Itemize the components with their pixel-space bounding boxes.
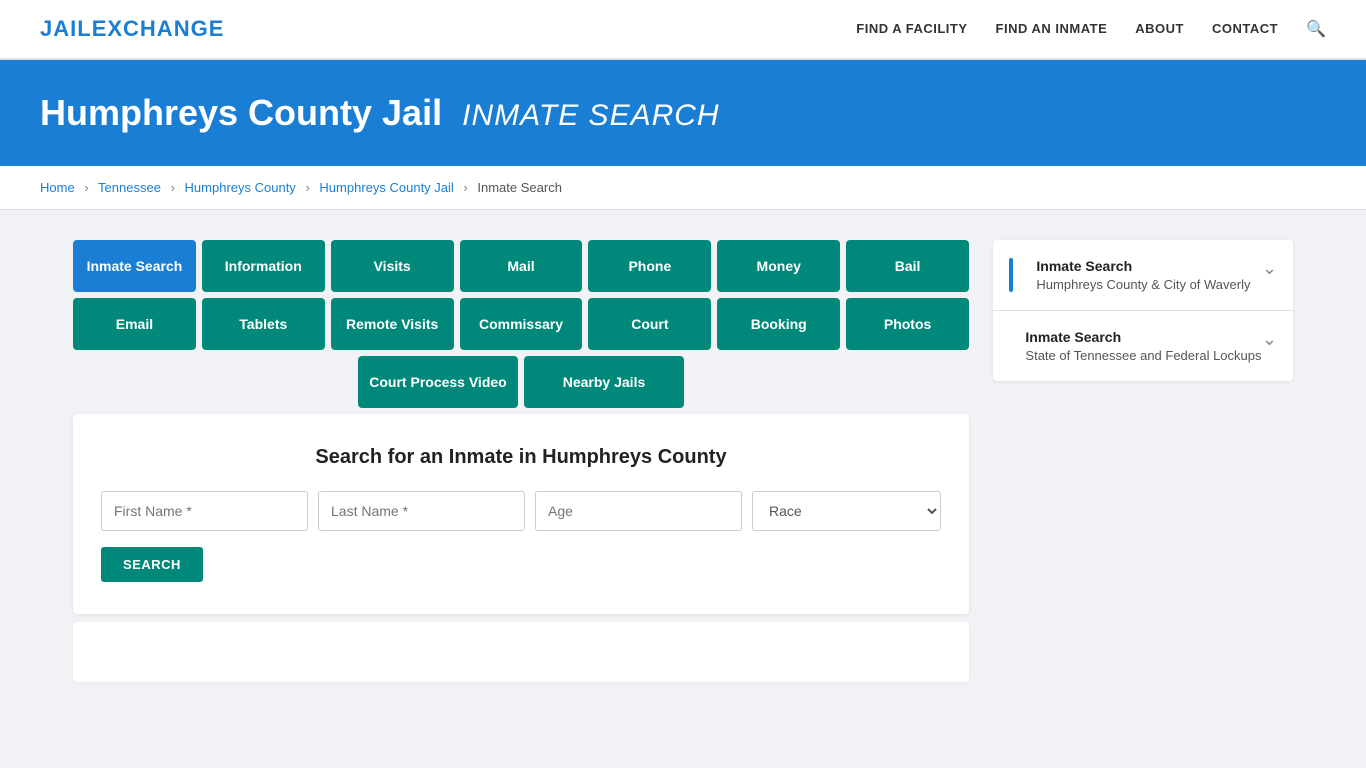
chevron-down-icon-1: ⌄ <box>1262 258 1277 292</box>
breadcrumb-sep-3: › <box>305 180 309 195</box>
sidebar-title-2: Inmate Search <box>1025 329 1261 345</box>
search-button[interactable]: SEARCH <box>101 547 203 582</box>
btn-court-process-video[interactable]: Court Process Video <box>358 356 518 408</box>
nav-item-about[interactable]: ABOUT <box>1135 20 1184 38</box>
sidebar-accent-1 <box>1009 258 1013 292</box>
btn-mail[interactable]: Mail <box>460 240 583 292</box>
breadcrumb-home[interactable]: Home <box>40 180 75 195</box>
search-card: Search for an Inmate in Humphreys County… <box>73 414 969 614</box>
nav-item-find-inmate[interactable]: FIND AN INMATE <box>996 20 1108 38</box>
breadcrumb-tennessee[interactable]: Tennessee <box>98 180 161 195</box>
sidebar-title-1: Inmate Search <box>1036 258 1250 274</box>
btn-inmate-search[interactable]: Inmate Search <box>73 240 196 292</box>
breadcrumb-sep-2: › <box>171 180 175 195</box>
hero-banner: Humphreys County Jail INMATE SEARCH <box>0 60 1366 166</box>
breadcrumb: Home › Tennessee › Humphreys County › Hu… <box>0 166 1366 210</box>
sidebar-item-humphreys[interactable]: Inmate Search Humphreys County & City of… <box>993 240 1293 311</box>
btn-court[interactable]: Court <box>588 298 711 350</box>
btn-remote-visits[interactable]: Remote Visits <box>331 298 454 350</box>
last-name-input[interactable] <box>318 491 525 531</box>
race-select[interactable]: Race White Black Hispanic Asian Other <box>752 491 941 531</box>
btn-email[interactable]: Email <box>73 298 196 350</box>
nav-link-find-facility[interactable]: FIND A FACILITY <box>856 21 967 36</box>
search-icon[interactable]: 🔍 <box>1306 21 1326 38</box>
first-name-input[interactable] <box>101 491 308 531</box>
breadcrumb-current: Inmate Search <box>477 180 562 195</box>
btn-bail[interactable]: Bail <box>846 240 969 292</box>
btn-money[interactable]: Money <box>717 240 840 292</box>
sidebar-accent-2 <box>1009 329 1013 363</box>
age-input[interactable] <box>535 491 742 531</box>
right-sidebar: Inmate Search Humphreys County & City of… <box>993 240 1293 682</box>
nav-link-find-inmate[interactable]: FIND AN INMATE <box>996 21 1108 36</box>
search-title: Search for an Inmate in Humphreys County <box>101 446 941 469</box>
sidebar-subtitle-2: State of Tennessee and Federal Lockups <box>1025 348 1261 363</box>
breadcrumb-jail[interactable]: Humphreys County Jail <box>319 180 453 195</box>
btn-photos[interactable]: Photos <box>846 298 969 350</box>
btn-phone[interactable]: Phone <box>588 240 711 292</box>
tab-row-2: Email Tablets Remote Visits Commissary C… <box>73 298 969 350</box>
main-area: Inmate Search Information Visits Mail Ph… <box>33 210 1333 712</box>
nav-links: FIND A FACILITY FIND AN INMATE ABOUT CON… <box>856 19 1326 39</box>
sidebar-subtitle-1: Humphreys County & City of Waverly <box>1036 277 1250 292</box>
hero-title-main: Humphreys County Jail <box>40 92 442 133</box>
tab-row-3: Court Process Video Nearby Jails <box>73 356 969 408</box>
nav-item-find-facility[interactable]: FIND A FACILITY <box>856 20 967 38</box>
page-title: Humphreys County Jail INMATE SEARCH <box>40 92 1326 134</box>
btn-tablets[interactable]: Tablets <box>202 298 325 350</box>
site-logo[interactable]: JAILEXCHANGE <box>40 16 224 42</box>
btn-visits[interactable]: Visits <box>331 240 454 292</box>
sidebar-item-tennessee[interactable]: Inmate Search State of Tennessee and Fed… <box>993 311 1293 381</box>
left-column: Inmate Search Information Visits Mail Ph… <box>73 240 969 682</box>
nav-link-contact[interactable]: CONTACT <box>1212 21 1278 36</box>
sidebar-item-left-2: Inmate Search State of Tennessee and Fed… <box>1025 329 1261 363</box>
chevron-down-icon-2: ⌄ <box>1262 329 1277 363</box>
sidebar-item-left-1: Inmate Search Humphreys County & City of… <box>1036 258 1250 292</box>
breadcrumb-sep-1: › <box>84 180 88 195</box>
btn-commissary[interactable]: Commissary <box>460 298 583 350</box>
logo-jail: JAIL <box>40 16 92 41</box>
nav-link-about[interactable]: ABOUT <box>1135 21 1184 36</box>
btn-booking[interactable]: Booking <box>717 298 840 350</box>
tab-row-1: Inmate Search Information Visits Mail Ph… <box>73 240 969 292</box>
sidebar-card: Inmate Search Humphreys County & City of… <box>993 240 1293 381</box>
bottom-placeholder <box>73 622 969 682</box>
btn-information[interactable]: Information <box>202 240 325 292</box>
search-form: Race White Black Hispanic Asian Other <box>101 491 941 531</box>
hero-title-italic: INMATE SEARCH <box>462 99 719 132</box>
btn-nearby-jails[interactable]: Nearby Jails <box>524 356 684 408</box>
nav-item-contact[interactable]: CONTACT <box>1212 20 1278 38</box>
navbar: JAILEXCHANGE FIND A FACILITY FIND AN INM… <box>0 0 1366 60</box>
breadcrumb-sep-4: › <box>463 180 467 195</box>
logo-exchange: EXCHANGE <box>92 16 225 41</box>
breadcrumb-humphreys-county[interactable]: Humphreys County <box>185 180 296 195</box>
